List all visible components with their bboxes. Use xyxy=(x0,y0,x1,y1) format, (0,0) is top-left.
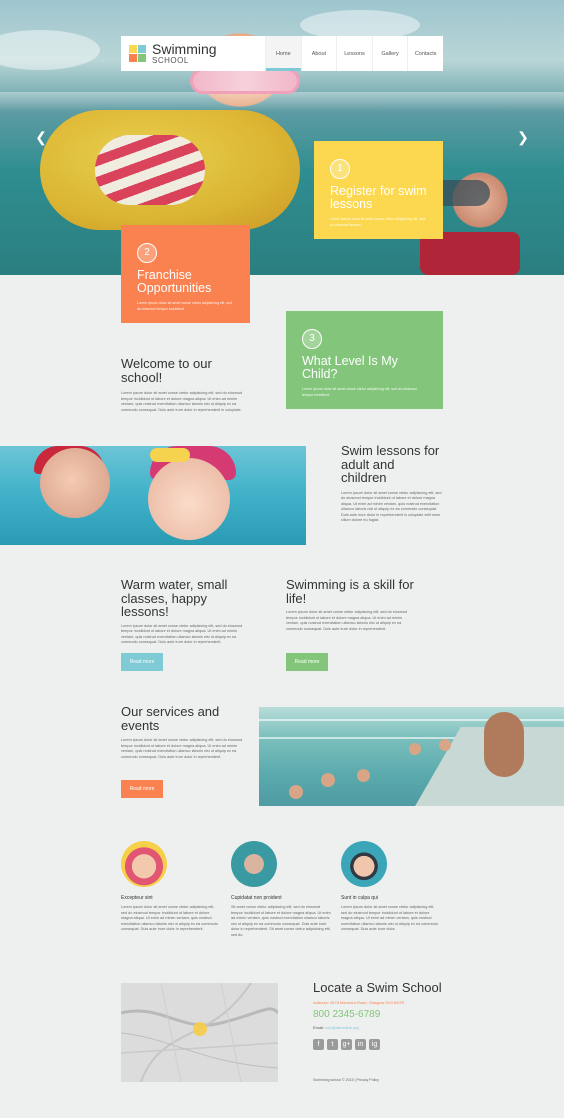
linkedin-icon[interactable]: in xyxy=(355,1038,366,1050)
swimmer-head xyxy=(321,773,335,787)
locate-title: Locate a Swim School xyxy=(313,980,442,995)
level-box[interactable]: 3 What Level Is My Child? Lorem ipsum do… xyxy=(286,311,443,409)
chevron-left-icon[interactable]: ❮ xyxy=(34,130,48,144)
feature-text: Sit amet conse ctetur adipisicing elit, … xyxy=(231,905,331,937)
services-text: Lorem ipsum dolor sit amet conse ctetur … xyxy=(121,738,243,759)
nav-home[interactable]: Home xyxy=(265,36,301,71)
franchise-box[interactable]: 2 Franchise Opportunities Lorem ipsum do… xyxy=(121,225,250,323)
services-title: Our services and events xyxy=(121,704,220,733)
warm-read-more-button[interactable]: Read more xyxy=(121,653,163,671)
feature-text: Lorem ipsum dolor sit amet conse ctetur … xyxy=(341,905,438,932)
feature-item: Cupidatat non proident Sit amet conse ct… xyxy=(231,841,331,939)
swim-lessons-text: Lorem ipsum dolor sit amet conse ctetur … xyxy=(341,490,442,523)
services-read-more-button[interactable]: Read more xyxy=(121,780,163,798)
skill-title: Swimming is a skill for life! xyxy=(286,577,414,606)
skill-text: Lorem ipsum dolor sit amet conse ctetur … xyxy=(286,610,408,631)
swimmer-head xyxy=(439,739,451,751)
swim-lessons-title: Swim lessons for adult and children xyxy=(341,443,440,485)
step-number: 1 xyxy=(330,159,350,179)
address-text: Address: 4578 Marmora Road, Glasgow D04 … xyxy=(313,999,405,1005)
feature-text: Lorem ipsum dolor sit amet conse ctetur … xyxy=(121,905,218,932)
footer-copyright: Swimming school © 2015 | Privacy Policy xyxy=(313,1078,379,1082)
email-link[interactable]: info@demolink.org xyxy=(325,1025,358,1030)
swimmer-head xyxy=(409,743,421,755)
welcome-title: Welcome to our school! xyxy=(121,356,212,385)
box-text: Lorem ipsum dolor sit amet conse ctetur … xyxy=(137,301,233,311)
top-navbar: Swimming SCHOOL Home About Lessons Galle… xyxy=(121,36,443,71)
swimsuit-sleeve xyxy=(95,135,205,205)
email-label: Email: xyxy=(313,1024,325,1030)
location-map[interactable] xyxy=(121,983,278,1082)
step-number: 3 xyxy=(302,329,322,349)
nav-gallery[interactable]: Gallery xyxy=(371,36,408,71)
box-title: Register for swim lessons xyxy=(330,184,427,211)
google-plus-icon[interactable]: g+ xyxy=(341,1038,352,1050)
feature-avatar xyxy=(121,841,167,887)
swimmer-head xyxy=(357,769,370,782)
chevron-right-icon[interactable]: ❯ xyxy=(516,130,530,144)
step-number: 2 xyxy=(137,243,157,263)
goggles xyxy=(150,448,190,462)
water-surface xyxy=(0,92,564,112)
swimmer-head xyxy=(289,785,303,799)
adult-face xyxy=(40,448,110,518)
phone-number: 800 2345-6789 xyxy=(313,1008,381,1020)
pool-class-photo xyxy=(259,707,564,806)
feature-title: Excepteur sint xyxy=(121,895,153,901)
welcome-section: Welcome to our school! Lorem ipsum dolor… xyxy=(121,357,251,413)
services-section: Our services and events Lorem ipsum dolo… xyxy=(121,705,246,760)
facebook-icon[interactable]: f xyxy=(313,1038,324,1050)
box-title: What Level Is My Child? xyxy=(302,354,398,381)
nav-contacts[interactable]: Contacts xyxy=(407,36,443,71)
skill-read-more-button[interactable]: Read more xyxy=(286,653,328,671)
logo[interactable]: Swimming SCHOOL xyxy=(121,36,265,71)
swim-lessons-section: Swim lessons for adult and children Lore… xyxy=(341,444,443,524)
brand-subtitle: SCHOOL xyxy=(152,55,189,65)
warm-title: Warm water, small classes, happy lessons… xyxy=(121,577,228,619)
box-title: Franchise Opportunities xyxy=(137,268,212,295)
social-links: f t g+ in ig xyxy=(313,1038,443,1050)
warm-text: Lorem ipsum dolor sit amet conse ctetur … xyxy=(121,623,243,645)
nav-about[interactable]: About xyxy=(300,36,337,71)
brand-title: Swimming xyxy=(152,40,217,57)
feature-avatar xyxy=(341,841,387,887)
email-line: Email: info@demolink.org xyxy=(313,1025,443,1030)
feature-item: Excepteur sint Lorem ipsum dolor sit ame… xyxy=(121,841,221,933)
box-text: Lorem ipsum dolor sit amet conse ctetur … xyxy=(302,387,417,397)
feature-avatar xyxy=(231,841,277,887)
twitter-icon[interactable]: t xyxy=(327,1038,338,1050)
feature-title: Cupidatat non proident xyxy=(231,895,282,901)
locate-section: Locate a Swim School Address: 4578 Marmo… xyxy=(313,981,443,1050)
logo-mark-icon xyxy=(129,45,146,62)
skill-section: Swimming is a skill for life! Lorem ipsu… xyxy=(286,578,416,632)
goggles xyxy=(190,68,300,94)
instructor xyxy=(484,712,524,777)
cloud xyxy=(0,30,100,70)
instagram-icon[interactable]: ig xyxy=(369,1038,380,1050)
feature-item: Sunt in culpa qui Lorem ipsum dolor sit … xyxy=(341,841,441,933)
baby-face xyxy=(148,458,230,540)
nav-lessons[interactable]: Lessons xyxy=(336,36,372,71)
map-marker[interactable] xyxy=(193,1022,207,1036)
box-text: Lorem ipsum dolor sit amet conse ctetur … xyxy=(330,217,426,227)
main-menu: Home About Lessons Gallery Contacts xyxy=(265,36,443,71)
warm-water-section: Warm water, small classes, happy lessons… xyxy=(121,578,251,646)
welcome-text: Lorem ipsum dolor sit amet conse ctetur … xyxy=(121,391,243,412)
baby-swimming-photo xyxy=(0,446,306,545)
register-box[interactable]: 1 Register for swim lessons Lorem ipsum … xyxy=(314,141,443,239)
feature-title: Sunt in culpa qui xyxy=(341,895,378,901)
